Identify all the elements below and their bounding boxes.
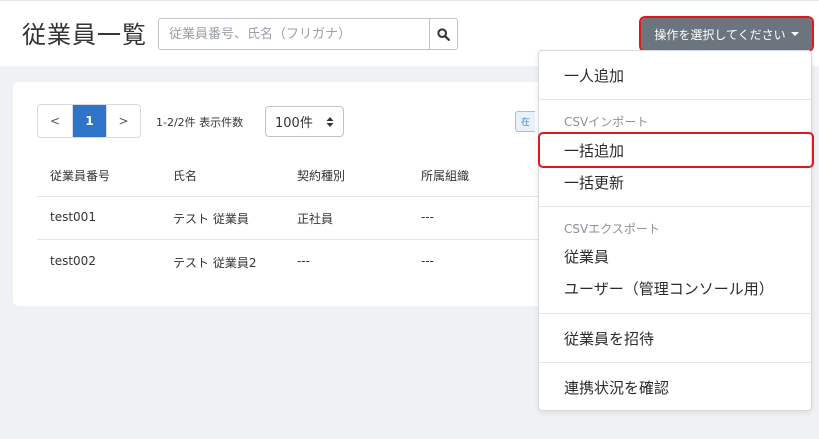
per-page-value: 100件 (275, 116, 313, 131)
cell-name: テスト 従業員 (173, 212, 249, 226)
menu-item-check-sync-status[interactable]: 連携状況を確認 (564, 377, 669, 398)
search-button[interactable] (429, 19, 457, 49)
cell-contract-type: 正社員 (297, 212, 334, 226)
cell-employee-number: test001 (50, 210, 96, 224)
page-title: 従業員一覧 (22, 21, 147, 49)
column-header-organization[interactable]: 所属組織 (421, 167, 469, 184)
menu-item-export-employees[interactable]: 従業員 (564, 246, 609, 267)
operations-dropdown-button[interactable]: 操作を選択してください (639, 16, 814, 52)
operations-dropdown-menu: 一人追加 CSVインポート 一括追加 一括更新 CSVエクスポート 従業員 ユー… (538, 50, 814, 411)
cell-organization: --- (421, 254, 434, 268)
pagination-next-button[interactable]: > (106, 105, 140, 137)
menu-item-bulk-add[interactable]: 一括追加 (564, 140, 624, 161)
search-input[interactable] (159, 19, 429, 49)
menu-divider (539, 206, 811, 207)
menu-item-bulk-update[interactable]: 一括更新 (564, 172, 624, 193)
column-header-name[interactable]: 氏名 (173, 167, 197, 184)
menu-divider (539, 313, 811, 314)
menu-divider (539, 99, 811, 100)
pagination-prev-button[interactable]: < (38, 105, 72, 137)
column-header-contract-type[interactable]: 契約種別 (297, 167, 345, 184)
status-filter-tag[interactable]: 在 (515, 111, 535, 132)
table-divider (37, 196, 539, 197)
cell-contract-type: --- (297, 254, 310, 268)
per-page-select[interactable]: 100件 (265, 106, 344, 137)
table-divider (37, 239, 539, 240)
cell-name: テスト 従業員2 (173, 256, 257, 270)
menu-header-csv-import: CSVインポート (564, 115, 649, 129)
column-header-employee-number[interactable]: 従業員番号 (50, 167, 110, 184)
operations-button-label: 操作を選択してください (654, 27, 786, 42)
pagination-page-button[interactable]: 1 (72, 105, 106, 137)
cell-organization: --- (421, 210, 434, 224)
menu-item-export-users[interactable]: ユーザー（管理コンソール用） (564, 278, 774, 299)
menu-item-invite-employees[interactable]: 従業員を招待 (564, 328, 654, 349)
caret-down-icon (790, 32, 799, 36)
cell-employee-number: test002 (50, 254, 96, 268)
result-count-label: 1-2/2件 表示件数 (156, 116, 244, 129)
search-icon (437, 27, 450, 41)
search-box (158, 18, 458, 50)
menu-header-csv-export: CSVエクスポート (564, 222, 660, 236)
menu-divider (539, 362, 811, 363)
pagination: < 1 > (37, 104, 141, 138)
menu-item-add-single[interactable]: 一人追加 (564, 65, 624, 86)
sort-arrows-icon (326, 117, 334, 127)
